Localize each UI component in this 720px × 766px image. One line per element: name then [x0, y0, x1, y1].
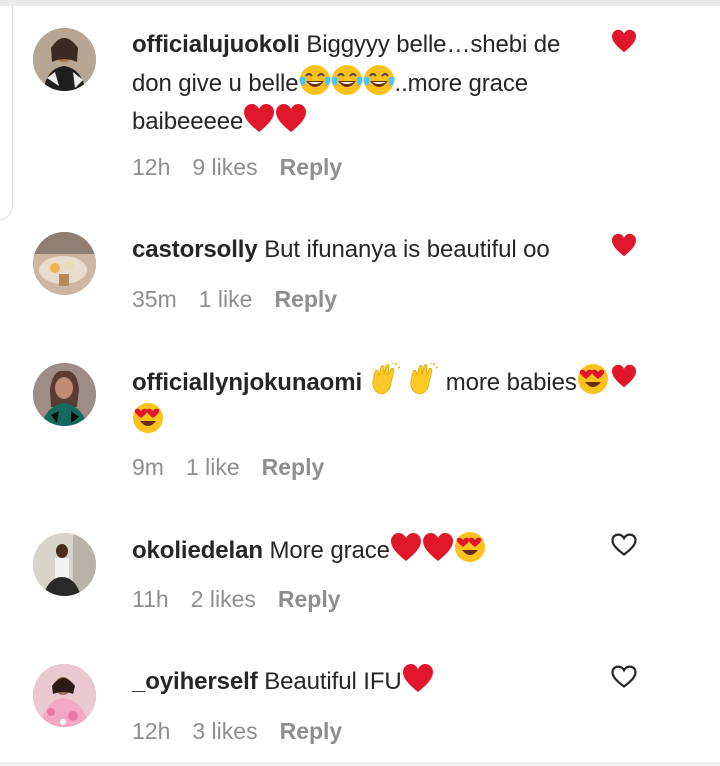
highlighted-comment-edge [0, 6, 13, 221]
clapping-hands-emoji [369, 363, 401, 395]
comment-likes[interactable]: 9 likes [192, 154, 257, 180]
red-heart-emoji [422, 532, 454, 562]
avatar[interactable] [33, 232, 96, 295]
comment-likes[interactable]: 2 likes [191, 586, 256, 612]
heart-eyes-emoji [577, 363, 609, 395]
tears-of-joy-emoji [363, 64, 395, 96]
reply-button[interactable]: Reply [278, 586, 341, 612]
comment-text: officialujuokoli Biggyyy belle…shebi de … [132, 31, 561, 135]
comment-text: officiallynjokunaomi more babies [132, 363, 652, 441]
red-heart-emoji [275, 103, 307, 133]
heart-eyes-emoji [454, 531, 486, 563]
like-heart-icon[interactable] [611, 364, 637, 388]
comment-time: 12h [132, 718, 171, 744]
reply-button[interactable]: Reply [280, 718, 343, 744]
comment-likes[interactable]: 3 likes [192, 718, 257, 744]
avatar[interactable] [33, 363, 96, 426]
red-heart-emoji [390, 532, 422, 562]
comment-username[interactable]: _oyiherself [132, 668, 258, 695]
comment-username[interactable]: officiallynjokunaomi [132, 369, 362, 396]
tears-of-joy-emoji [331, 64, 363, 96]
comment-username[interactable]: castorsolly [132, 236, 258, 263]
comment-likes[interactable]: 1 like [186, 454, 240, 480]
comment-text: castorsolly But ifunanya is beautiful oo [132, 236, 550, 263]
avatar[interactable] [33, 533, 96, 596]
tears-of-joy-emoji [299, 64, 331, 96]
comment-time: 12h [132, 154, 171, 180]
red-heart-emoji [402, 663, 434, 693]
heart-eyes-emoji [132, 402, 164, 434]
comment-meta: 12h 3 likes Reply [132, 718, 364, 745]
clapping-hands-emoji [407, 363, 439, 395]
top-divider [0, 0, 720, 6]
comment-meta: 12h 9 likes Reply [132, 154, 364, 181]
comment-text: _oyiherself Beautiful IFU [132, 663, 652, 701]
comment-meta: 9m 1 like Reply [132, 454, 346, 481]
bottom-divider [0, 762, 720, 766]
comment-meta: 35m 1 like Reply [132, 286, 359, 313]
like-heart-icon[interactable] [611, 233, 637, 257]
comment-likes[interactable]: 1 like [199, 286, 253, 312]
reply-button[interactable]: Reply [274, 286, 337, 312]
avatar[interactable] [33, 28, 96, 91]
like-heart-icon[interactable] [611, 533, 637, 557]
comment-username[interactable]: okoliedelan [132, 537, 263, 564]
reply-button[interactable]: Reply [280, 154, 343, 180]
red-heart-emoji [243, 103, 275, 133]
comment-meta: 11h 2 likes Reply [132, 586, 363, 613]
avatar[interactable] [33, 664, 96, 727]
comment-time: 35m [132, 286, 177, 312]
comment-username[interactable]: officialujuokoli [132, 31, 300, 58]
comment-text: okoliedelan More grace [132, 531, 652, 570]
comment-time: 11h [132, 586, 169, 612]
like-heart-icon[interactable] [611, 29, 637, 53]
comment-time: 9m [132, 454, 164, 480]
like-heart-icon[interactable] [611, 665, 637, 689]
reply-button[interactable]: Reply [262, 454, 325, 480]
